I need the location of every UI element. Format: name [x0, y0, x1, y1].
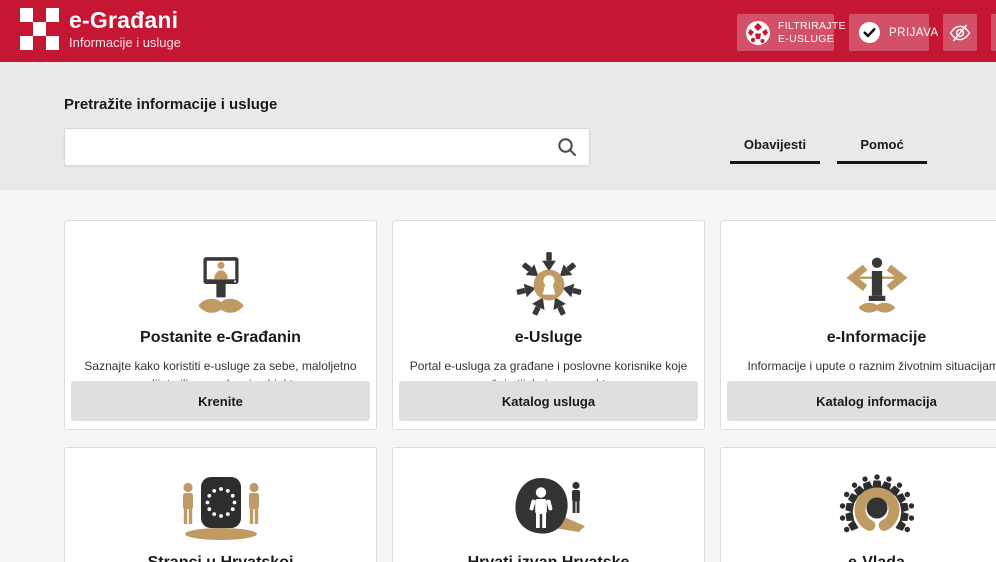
card-title: Postanite e-Građanin: [140, 329, 301, 346]
government-circle-icon: [721, 466, 996, 544]
card-e-usluge[interactable]: e-Usluge Portal e-usluga za građane i po…: [392, 220, 705, 430]
keyhole-arrows-icon: [393, 237, 704, 319]
search-heading: Pretražite informacije i usluge: [64, 96, 278, 113]
eu-people-icon: [65, 466, 376, 544]
brand-home-link[interactable]: e-Građani Informacije i usluge: [20, 7, 181, 51]
search-icon: [558, 138, 576, 156]
partial-header-button[interactable]: [991, 14, 996, 51]
tab-obavijesti[interactable]: Obavijesti: [730, 137, 820, 164]
person-abroad-icon: [393, 466, 704, 544]
search-submit-button[interactable]: [545, 129, 589, 165]
search-box: [64, 128, 590, 166]
croatian-checkerboard-icon: [20, 8, 59, 51]
citizen-at-monitor-icon: [65, 237, 376, 319]
card-title: Hrvati izvan Hrvatske: [393, 554, 704, 562]
filter-button-label: FILTRIRAJTE E-USLUGE: [778, 20, 846, 45]
accessibility-button[interactable]: [943, 14, 977, 51]
app-subtitle: Informacije i usluge: [69, 35, 181, 51]
filter-sphere-icon: [746, 20, 770, 45]
search-section: Pretražite informacije i usluge Obavijes…: [0, 62, 996, 190]
card-hrvati-izvan-hrvatske[interactable]: Hrvati izvan Hrvatske: [392, 447, 705, 562]
checkmark-circle-icon: [858, 21, 881, 44]
login-button[interactable]: PRIJAVA: [849, 14, 938, 51]
krenite-button[interactable]: Krenite: [71, 381, 370, 421]
card-stranci-u-hrvatskoj[interactable]: Stranci u Hrvatskoj: [64, 447, 377, 562]
brand-text: e-Građani Informacije i usluge: [69, 7, 181, 51]
search-input[interactable]: [65, 129, 545, 165]
card-e-informacije[interactable]: e-Informacije Informacije i upute o razn…: [720, 220, 996, 430]
header-nav-tabs: Obavijesti Pomoć: [730, 137, 927, 164]
app-title: e-Građani: [69, 7, 179, 33]
filter-eservices-button[interactable]: FILTRIRAJTE E-USLUGE: [737, 14, 846, 51]
katalog-informacija-button[interactable]: Katalog informacija: [727, 381, 996, 421]
eye-slash-icon: [949, 23, 971, 42]
card-postanite-e-gradanin[interactable]: Postanite e-Građanin Saznajte kako koris…: [64, 220, 377, 430]
login-button-label: PRIJAVA: [889, 26, 939, 39]
card-title: e-Informacije: [826, 329, 927, 346]
katalog-usluga-button[interactable]: Katalog usluga: [399, 381, 698, 421]
card-e-vlada[interactable]: e-Vlada: [720, 447, 996, 562]
app-header: e-Građani Informacije i usluge FILTRIRAJ…: [0, 0, 996, 62]
card-description: Informacije i upute o raznim životnim si…: [747, 359, 996, 373]
card-title: e-Usluge: [514, 329, 583, 346]
card-title: Stranci u Hrvatskoj: [65, 554, 376, 562]
card-title: e-Vlada: [721, 554, 996, 562]
tab-pomoc[interactable]: Pomoć: [837, 137, 927, 164]
e-gradani-portal: e-Građani Informacije i usluge FILTRIRAJ…: [0, 0, 996, 562]
info-signpost-icon: [721, 237, 996, 319]
